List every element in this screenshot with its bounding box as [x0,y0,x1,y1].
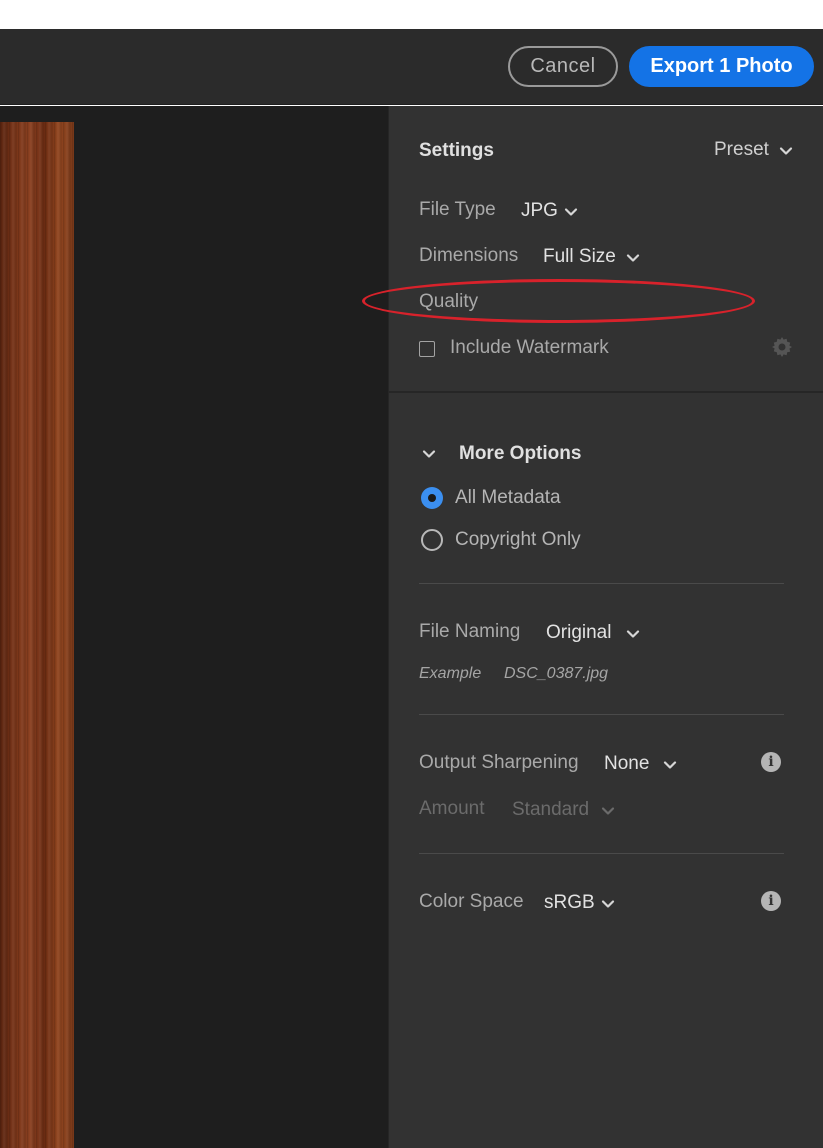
dimensions-label: Dimensions [419,245,519,266]
watermark-checkbox[interactable] [419,341,435,357]
divider [419,714,784,715]
photo-preview [0,106,388,1148]
divider [419,853,784,854]
metadata-option-label: Copyright Only [455,529,581,550]
color-space-value: sRGB [544,892,595,913]
chevron-down-icon [778,143,794,159]
file-naming-label: File Naming [419,621,521,642]
chevron-down-icon [563,204,579,220]
red-ellipse-annotation [362,279,755,323]
info-icon[interactable]: i [761,891,781,911]
example-label: Example [419,665,482,682]
output-sharpening-label: Output Sharpening [419,752,579,773]
top-strip [0,0,823,29]
info-icon[interactable]: i [761,752,781,772]
more-options-title: More Options [459,443,582,464]
dimensions-value: Full Size [543,246,616,267]
output-sharpening-value: None [604,753,650,774]
settings-title: Settings [419,140,494,161]
amount-label: Amount [419,798,485,819]
amount-value: Standard [512,799,590,820]
settings-section: Settings Preset File Type JPG Dimensions… [389,106,823,393]
file-type-label: File Type [419,199,496,220]
example-value: DSC_0387.jpg [504,665,609,682]
export-settings-panel: Settings Preset File Type JPG Dimensions… [388,106,823,1148]
export-header: Cancel Export 1 Photo [0,29,823,105]
chevron-down-icon [625,626,641,642]
gear-icon[interactable] [770,335,794,359]
divider [419,583,784,584]
chevron-down-icon [600,896,616,912]
chevron-down-icon [625,250,641,266]
export-button[interactable]: Export 1 Photo [629,46,814,87]
preset-label: Preset [714,139,769,160]
color-space-label: Color Space [419,891,524,912]
metadata-option-label: All Metadata [455,487,561,508]
chevron-down-icon [600,803,616,819]
file-type-value: JPG [521,200,558,221]
chevron-down-icon [421,446,437,462]
file-naming-value: Original [546,622,612,643]
cancel-button[interactable]: Cancel [508,46,618,87]
photo-image [0,122,74,1148]
radio-selected[interactable] [421,487,443,509]
watermark-label: Include Watermark [450,337,609,358]
chevron-down-icon [662,757,678,773]
radio-unselected[interactable] [421,529,443,551]
